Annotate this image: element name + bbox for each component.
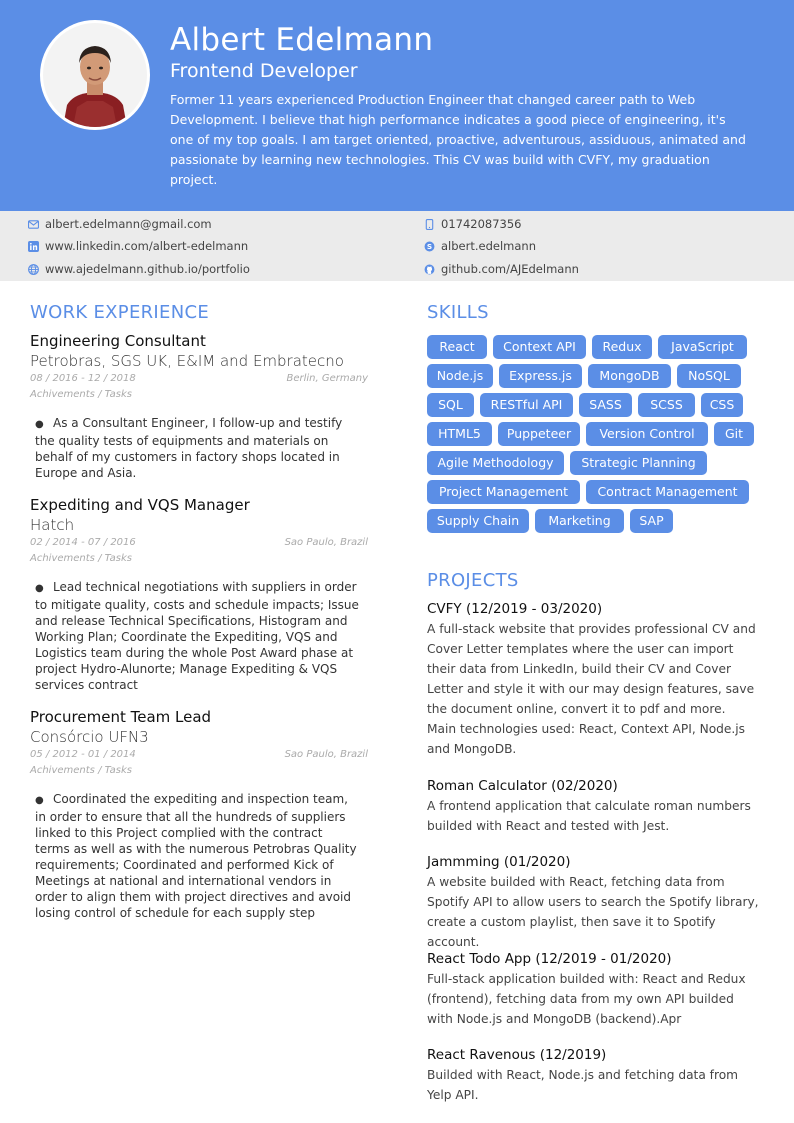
job-entry-description-text: Lead technical negotiations with supplie…: [35, 580, 359, 692]
job-entry-location: Sao Paulo, Brazil: [284, 537, 368, 548]
project-item: React Todo App (12/2019 - 01/2020) Full-…: [427, 949, 762, 1029]
project-item: Roman Calculator (02/2020) A frontend ap…: [427, 776, 762, 836]
skill-tag: SASS: [579, 393, 632, 417]
svg-text:S: S: [427, 242, 432, 251]
project-description: Full-stack application builded with: Rea…: [427, 972, 746, 1026]
job-entry-title: Engineering Consultant: [30, 332, 206, 350]
job-entry: Procurement Team Lead Consórcio UFN3 05 …: [30, 707, 370, 921]
project-title: CVFY (12/2019 - 03/2020): [427, 601, 603, 617]
contact-bar: albert.edelmann@gmail.com www.linkedin.c…: [0, 211, 794, 281]
header: Albert Edelmann Frontend Developer Forme…: [0, 0, 794, 211]
skill-tag: Git: [714, 422, 754, 446]
job-entry-achievements-label: Achivements / Tasks: [30, 553, 133, 564]
project-title: Roman Calculator (02/2020): [427, 778, 618, 794]
project-item: Jammming (01/2020) A website builded wit…: [427, 852, 762, 952]
skype-icon: S: [424, 241, 435, 252]
job-entry-description: ● Lead technical negotiations with suppli…: [35, 580, 359, 692]
email-text: albert.edelmann@gmail.com: [45, 217, 212, 231]
job-entry-title: Procurement Team Lead: [30, 708, 212, 726]
skill-tag: Strategic Planning: [570, 451, 707, 475]
contact-linkedin[interactable]: www.linkedin.com/albert-edelmann: [28, 238, 248, 254]
skill-tag: Contract Management: [586, 480, 749, 504]
profile-photo-image: [43, 23, 147, 127]
contact-portfolio[interactable]: www.ajedelmann.github.io/portfolio: [28, 261, 250, 277]
project-item: CVFY (12/2019 - 03/2020) A full-stack we…: [427, 599, 762, 759]
skills-heading: SKILLS: [427, 302, 489, 323]
job-entry-description-text: Coordinated the expediting and inspectio…: [35, 792, 357, 920]
skill-tag: HTML5: [427, 422, 492, 446]
globe-icon: [28, 263, 39, 275]
skill-tag: RESTful API: [480, 393, 573, 417]
project-description: Builded with React, Node.js and fetching…: [427, 1068, 739, 1102]
profile-summary: Former 11 years experienced Production E…: [170, 92, 746, 187]
skill-tag: CSS: [701, 393, 743, 417]
project-technologies: Main technologies used: React, Context A…: [427, 722, 746, 756]
project-title: Jammming (01/2020): [427, 854, 571, 870]
skill-tag: Context API: [493, 335, 586, 359]
linkedin-icon: [28, 240, 39, 252]
github-icon: [424, 264, 435, 275]
job-entry-location: Sao Paulo, Brazil: [284, 749, 368, 760]
job-entry-dates: 05 / 2012 - 01 / 2014: [30, 749, 136, 760]
job-entry: Engineering Consultant Petrobras, SGS UK…: [30, 331, 370, 481]
job-entry-company: Hatch: [30, 516, 75, 534]
skill-tag: Project Management: [427, 480, 580, 504]
profile-photo: [40, 20, 150, 130]
work-experience-heading: WORK EXPERIENCE: [30, 302, 210, 323]
envelope-icon: [28, 219, 39, 230]
job-entry-description-text: As a Consultant Engineer, I follow-up an…: [35, 416, 343, 480]
skill-tag: Supply Chain: [427, 509, 529, 533]
contact-phone[interactable]: 01742087356: [424, 216, 521, 232]
skill-tag: MongoDB: [588, 364, 671, 388]
skill-tag: Node.js: [427, 364, 493, 388]
skill-tag: Marketing: [535, 509, 624, 533]
job-entry-meta: 05 / 2012 - 01 / 2014 Sao Paulo, Brazil: [30, 747, 370, 763]
job-entry-meta: 08 / 2016 - 12 / 2018 Berlin, Germany: [30, 371, 370, 387]
linkedin-text: www.linkedin.com/albert-edelmann: [45, 239, 249, 253]
projects-heading: PROJECTS: [427, 570, 519, 591]
skill-tag: SCSS: [638, 393, 695, 417]
job-entry: Expediting and VQS Manager Hatch 02 / 20…: [30, 495, 370, 693]
job-entry-company: Petrobras, SGS UK, E&IM and Embratecno: [30, 352, 344, 370]
skill-tag: Agile Methodology: [427, 451, 564, 475]
github-text: github.com/AJEdelmann: [441, 262, 579, 276]
job-entry-dates: 08 / 2016 - 12 / 2018: [30, 373, 136, 384]
project-title: React Ravenous (12/2019): [427, 1047, 607, 1063]
job-title: Frontend Developer: [170, 60, 358, 82]
contact-email[interactable]: albert.edelmann@gmail.com: [28, 216, 212, 232]
job-entry-location: Berlin, Germany: [286, 373, 368, 384]
job-entry-title: Expediting and VQS Manager: [30, 496, 250, 514]
job-entry-dates: 02 / 2014 - 07 / 2016: [30, 537, 136, 548]
job-entry-company: Consórcio UFN3: [30, 728, 149, 746]
skill-tag: Version Control: [586, 422, 708, 446]
skill-tag: SAP: [630, 509, 673, 533]
phone-icon: [424, 218, 435, 230]
job-entry-description: ● Coordinated the expediting and inspecti…: [35, 792, 357, 920]
job-entry-description: ● As a Consultant Engineer, I follow-up a…: [35, 416, 343, 480]
project-description: A frontend application that calculate ro…: [427, 799, 751, 833]
project-item: React Ravenous (12/2019) Builded with Re…: [427, 1045, 762, 1105]
portfolio-text: www.ajedelmann.github.io/portfolio: [45, 262, 250, 276]
contact-skype[interactable]: S albert.edelmann: [424, 238, 536, 254]
skill-tag: Redux: [592, 335, 652, 359]
contact-github[interactable]: github.com/AJEdelmann: [424, 261, 579, 277]
skype-text: albert.edelmann: [441, 239, 536, 253]
job-entry-achievements-label: Achivements / Tasks: [30, 389, 133, 400]
phone-text: 01742087356: [441, 217, 522, 231]
skill-tag: SQL: [427, 393, 474, 417]
skill-tag: NoSQL: [677, 364, 741, 388]
skill-tag: React: [427, 335, 487, 359]
project-description: A full-stack website that provides profe…: [427, 622, 756, 716]
full-name: Albert Edelmann: [170, 22, 434, 58]
skill-tag: Puppeteer: [498, 422, 580, 446]
skill-tag: JavaScript: [658, 335, 747, 359]
job-entry-meta: 02 / 2014 - 07 / 2016 Sao Paulo, Brazil: [30, 535, 370, 551]
project-title: React Todo App (12/2019 - 01/2020): [427, 951, 672, 967]
skill-tag: Express.js: [499, 364, 582, 388]
project-description: A website builded with React, fetching d…: [427, 875, 759, 949]
job-entry-achievements-label: Achivements / Tasks: [30, 765, 133, 776]
